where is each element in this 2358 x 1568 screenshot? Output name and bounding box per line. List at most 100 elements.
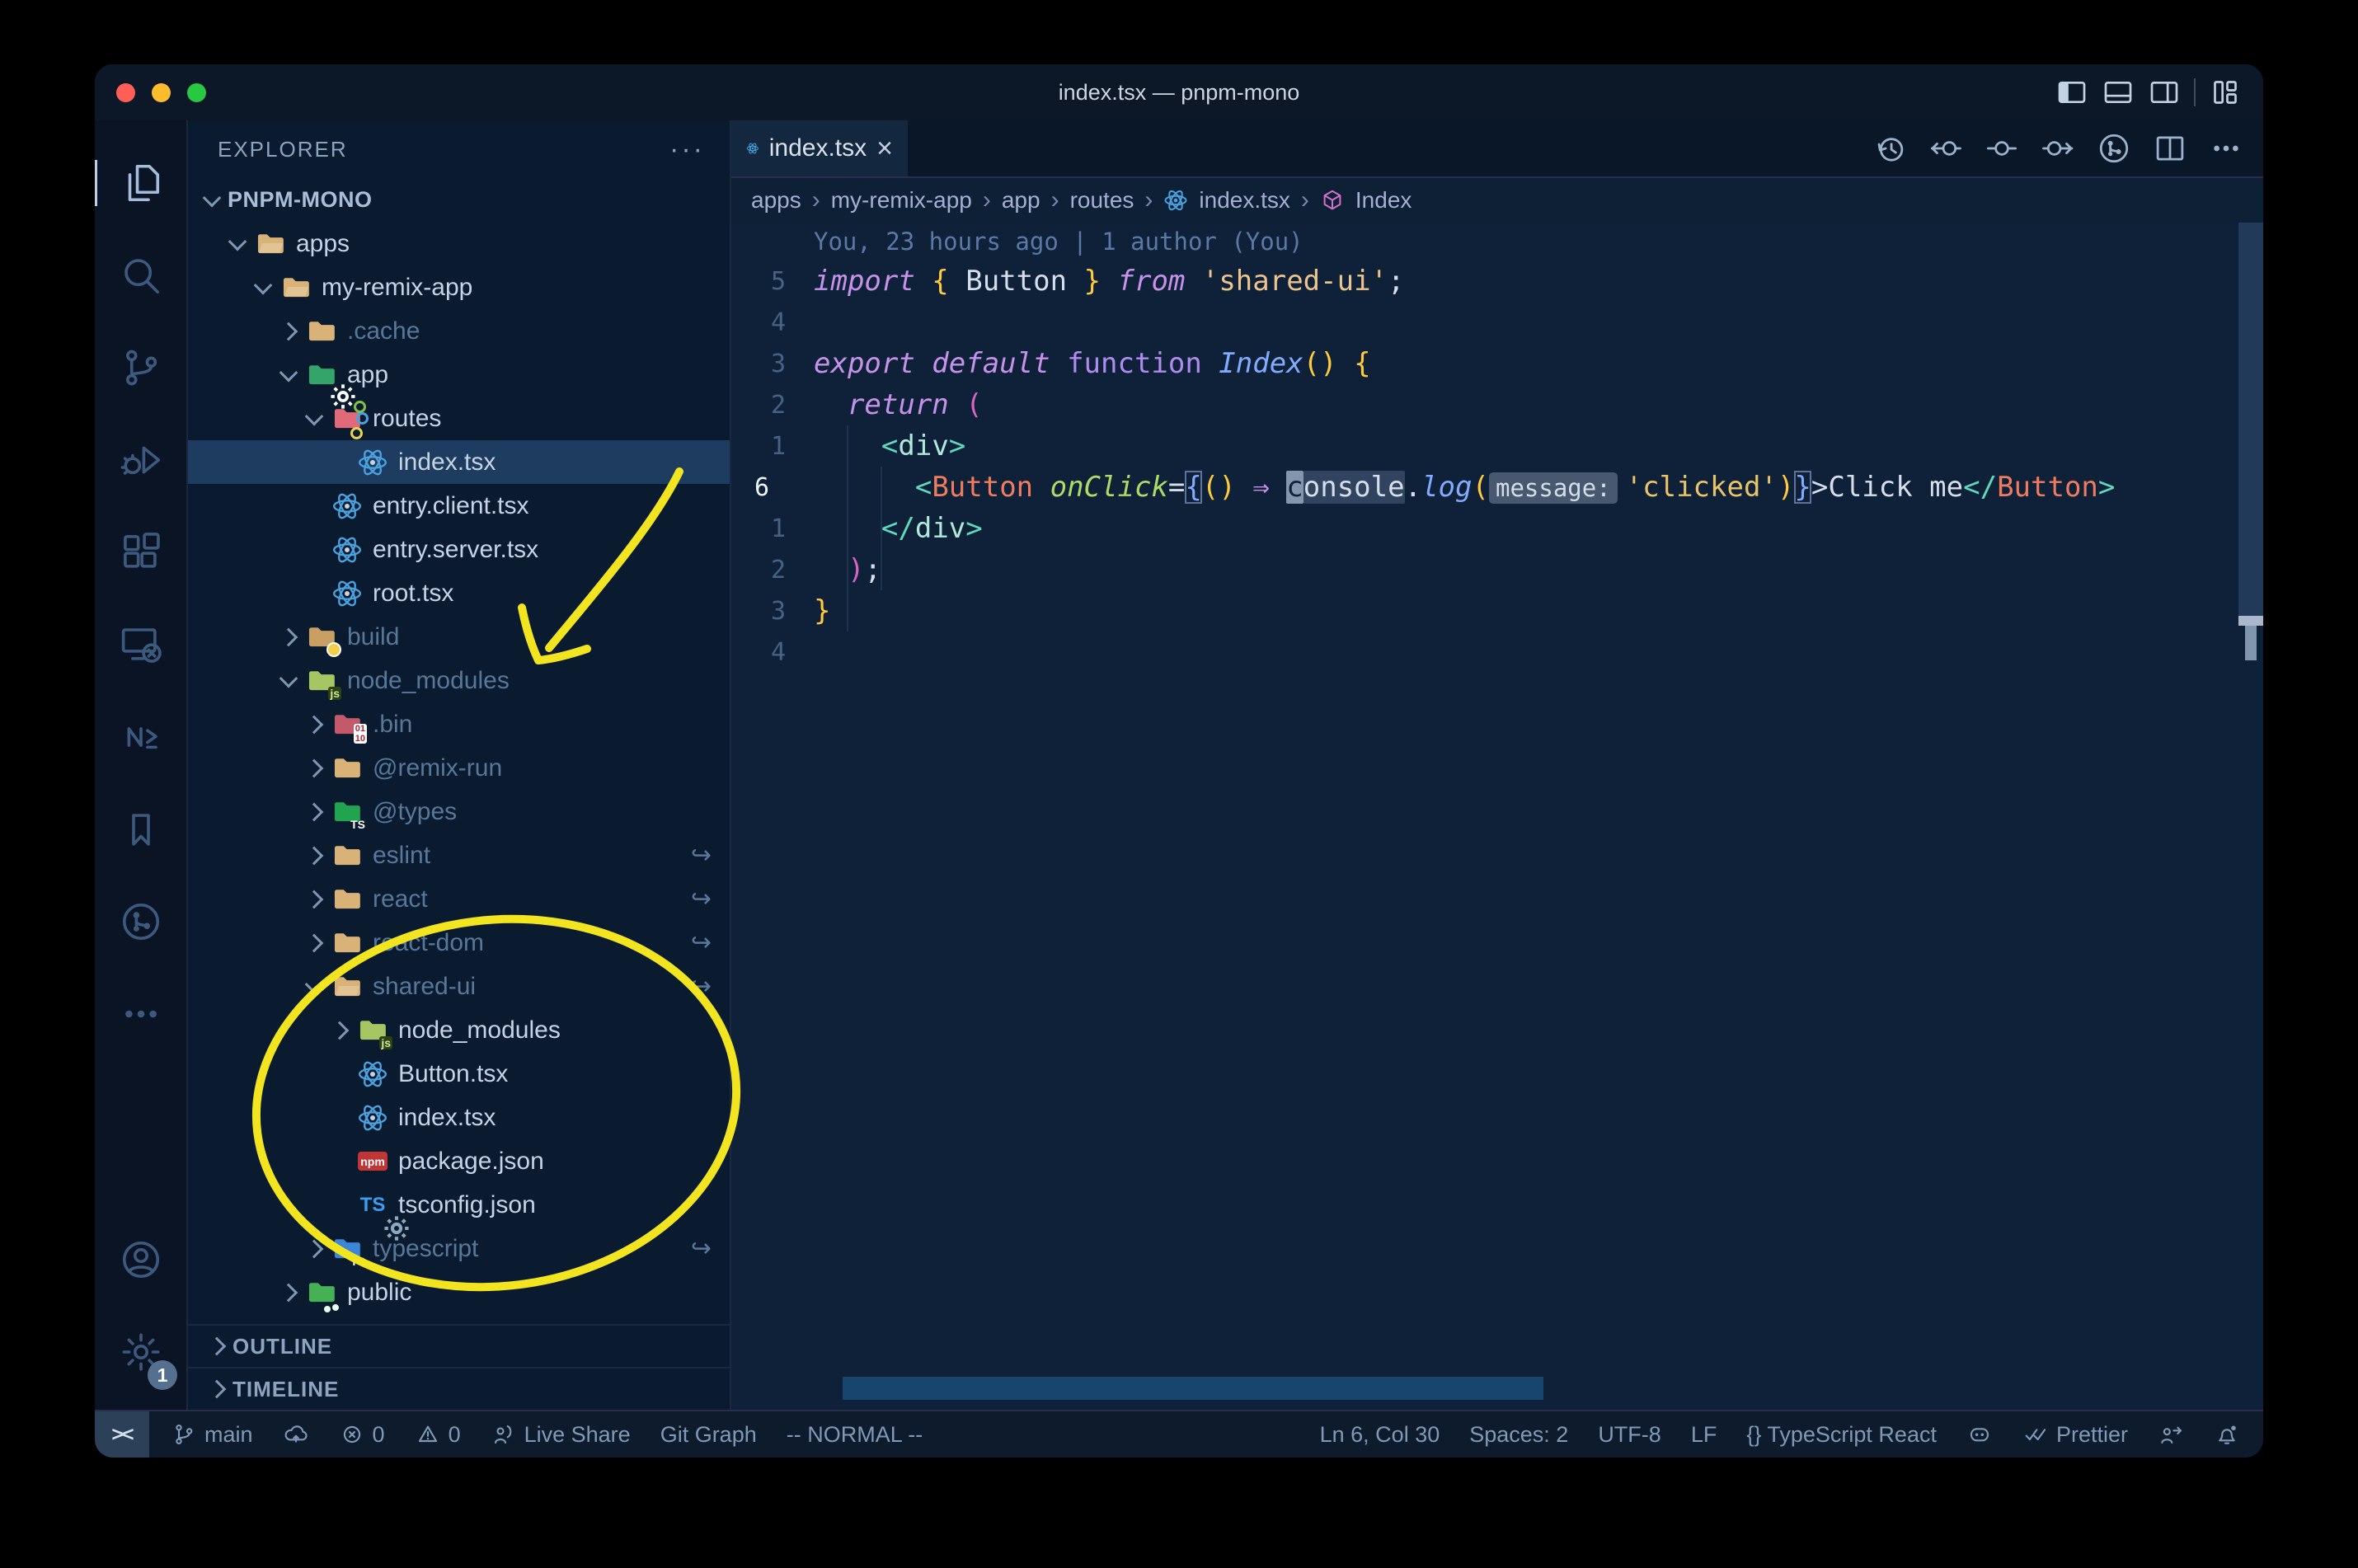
- tree-item-routes[interactable]: routes: [188, 397, 730, 440]
- git-graph-view-icon[interactable]: [2097, 131, 2131, 166]
- scrollbar-slider[interactable]: [2238, 223, 2263, 623]
- status-copilot[interactable]: [1966, 1421, 1993, 1448]
- status-prettier[interactable]: Prettier: [2022, 1421, 2128, 1448]
- code-editor[interactable]: You, 23 hours ago | 1 author (You) 5 impo…: [731, 223, 2263, 1410]
- chevron-right-icon[interactable]: [298, 715, 330, 734]
- status-feedback[interactable]: [2158, 1421, 2184, 1448]
- tree-item-node-modules[interactable]: js node_modules: [188, 1008, 730, 1052]
- status-errors[interactable]: 0: [339, 1421, 385, 1448]
- code-line[interactable]: 5 import { Button } from 'shared-ui';: [731, 261, 2263, 302]
- breadcrumb-item-app[interactable]: app: [1002, 187, 1040, 214]
- chevron-right-icon[interactable]: [273, 322, 304, 340]
- code-line[interactable]: 4: [731, 631, 2263, 673]
- chevron-right-icon[interactable]: [298, 758, 330, 777]
- local-history-icon[interactable]: [1872, 131, 1907, 166]
- tree-item--bin[interactable]: 01 10 .bin: [188, 702, 730, 746]
- tree-item-build[interactable]: build: [188, 615, 730, 659]
- code-line[interactable]: 2 return (: [731, 384, 2263, 425]
- tree-item-my-remix-app[interactable]: my-remix-app: [188, 265, 730, 309]
- chevron-down-icon[interactable]: [273, 363, 304, 382]
- status-live-share[interactable]: Live Share: [491, 1421, 631, 1448]
- activity-nx-console[interactable]: [95, 691, 187, 783]
- tree-item-root-tsx[interactable]: root.tsx: [188, 571, 730, 615]
- chevron-right-icon[interactable]: [298, 802, 330, 821]
- status-notifications[interactable]: [2214, 1421, 2240, 1448]
- activity-git-graph[interactable]: [95, 876, 187, 968]
- toggle-panel-icon[interactable]: [2102, 76, 2135, 109]
- zoom-window-button[interactable]: [187, 82, 206, 102]
- status-cursor-position[interactable]: Ln 6, Col 30: [1320, 1422, 1440, 1448]
- chevron-right-icon[interactable]: [298, 1239, 330, 1258]
- status-encoding[interactable]: UTF-8: [1598, 1422, 1661, 1448]
- explorer-more-icon[interactable]: ···: [669, 134, 705, 166]
- tree-item-index-tsx[interactable]: index.tsx: [188, 440, 730, 484]
- code-line[interactable]: 1 </div>: [731, 508, 2263, 549]
- activity-bookmarks[interactable]: [95, 783, 187, 876]
- chevron-right-icon[interactable]: [273, 1283, 304, 1302]
- toggle-primary-sidebar-icon[interactable]: [2055, 76, 2088, 109]
- next-change-icon[interactable]: [2041, 131, 2075, 166]
- chevron-down-icon[interactable]: [247, 275, 279, 294]
- chevron-right-icon[interactable]: [298, 846, 330, 865]
- timeline-panel-header[interactable]: TIMELINE: [188, 1367, 730, 1410]
- horizontal-scrollbar[interactable]: [843, 1377, 1543, 1400]
- chevron-down-icon[interactable]: [222, 232, 253, 251]
- tree-item-react-dom[interactable]: react-dom ↪: [188, 921, 730, 965]
- previous-change-icon[interactable]: [1928, 131, 1963, 166]
- activity-extensions[interactable]: [95, 506, 187, 599]
- activity-remote-explorer[interactable]: [95, 599, 187, 691]
- tree-item-apps[interactable]: apps: [188, 222, 730, 265]
- tree-item-app[interactable]: app: [188, 353, 730, 409]
- activity-explorer[interactable]: [95, 137, 187, 229]
- chevron-right-icon[interactable]: [298, 890, 330, 908]
- open-change-icon[interactable]: [1985, 131, 2019, 166]
- activity-source-control[interactable]: [95, 322, 187, 414]
- status-branch[interactable]: main: [171, 1421, 253, 1448]
- breadcrumb-item-routes[interactable]: routes: [1070, 187, 1134, 214]
- more-actions-icon[interactable]: [2209, 131, 2243, 166]
- remote-indicator[interactable]: ><: [95, 1411, 149, 1458]
- customize-layout-icon[interactable]: [2209, 76, 2242, 109]
- breadcrumb-item-apps[interactable]: apps: [751, 187, 801, 214]
- tree-section-pnpm-mono[interactable]: PNPM-MONO: [188, 178, 730, 222]
- status-language-mode[interactable]: {} TypeScript React: [1746, 1422, 1937, 1448]
- chevron-right-icon[interactable]: [273, 627, 304, 646]
- vertical-scrollbar[interactable]: [2238, 223, 2263, 1410]
- code-line[interactable]: 6 <Button onClick={() ⇒ console.log(mess…: [731, 467, 2263, 508]
- breadcrumb-item-index-tsx[interactable]: index.tsx: [1199, 187, 1290, 214]
- breadcrumb-item-my-remix-app[interactable]: my-remix-app: [831, 187, 972, 214]
- status-warnings[interactable]: 0: [415, 1421, 461, 1448]
- tree-item--remix-run[interactable]: @remix-run: [188, 746, 730, 790]
- outline-panel-header[interactable]: OUTLINE: [188, 1324, 730, 1367]
- close-tab-icon[interactable]: ×: [876, 134, 893, 162]
- activity-run-debug[interactable]: [95, 414, 187, 506]
- tree-item-typescript[interactable]: TS typescript ↪: [188, 1227, 730, 1270]
- tree-item-shared-ui[interactable]: shared-ui ↪: [188, 965, 730, 1008]
- code-line[interactable]: 3 export default function Index() {: [731, 343, 2263, 384]
- breadcrumb-item-index[interactable]: Index: [1355, 187, 1412, 214]
- tree-item-index-tsx[interactable]: index.tsx: [188, 1096, 730, 1139]
- tree-item-node-modules[interactable]: js node_modules: [188, 659, 730, 702]
- tree-item-public[interactable]: public: [188, 1270, 730, 1314]
- tree-item-tsconfig-json[interactable]: TS tsconfig.json: [188, 1183, 730, 1241]
- toggle-secondary-sidebar-icon[interactable]: [2148, 76, 2181, 109]
- close-window-button[interactable]: [116, 82, 135, 102]
- chevron-down-icon[interactable]: [273, 669, 304, 688]
- status-sync[interactable]: [283, 1421, 309, 1448]
- tree-item-eslint[interactable]: eslint ↪: [188, 833, 730, 877]
- tree-item-package-json[interactable]: npm package.json: [188, 1139, 730, 1183]
- code-line[interactable]: 1 <div>: [731, 425, 2263, 467]
- tree-item--types[interactable]: TS @types: [188, 790, 730, 833]
- tree-item-entry-server-tsx[interactable]: entry.server.tsx: [188, 528, 730, 571]
- status-eol[interactable]: LF: [1691, 1422, 1717, 1448]
- code-line[interactable]: 2 );: [731, 549, 2263, 590]
- chevron-down-icon[interactable]: [298, 406, 330, 425]
- tree-item-entry-client-tsx[interactable]: entry.client.tsx: [188, 484, 730, 528]
- code-line[interactable]: 3}: [731, 590, 2263, 631]
- chevron-right-icon[interactable]: [298, 933, 330, 952]
- status-vim-mode[interactable]: -- NORMAL --: [787, 1422, 923, 1448]
- activity-search[interactable]: [95, 229, 187, 322]
- split-editor-icon[interactable]: [2153, 131, 2187, 166]
- code-line[interactable]: 4: [731, 302, 2263, 343]
- activity-more-views[interactable]: [95, 968, 187, 1060]
